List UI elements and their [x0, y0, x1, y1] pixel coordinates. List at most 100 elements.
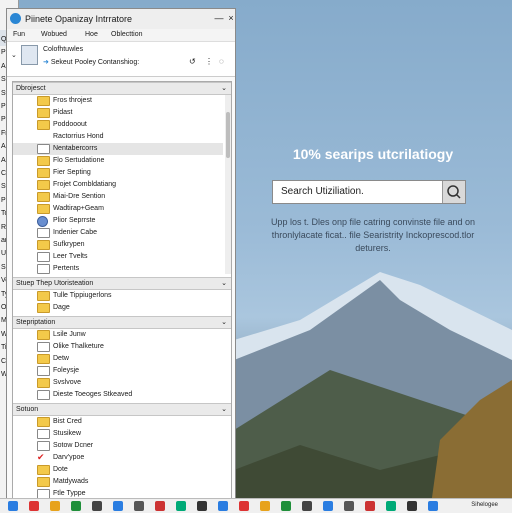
section-header[interactable]: Dbrojesct ⌄ — [13, 82, 231, 95]
document-icon — [37, 441, 50, 451]
hero-title: 10% searips utcrilatiogy — [292, 146, 454, 162]
checkmark-icon: ✔ — [37, 452, 45, 462]
list-item[interactable]: Miai-Dre Sention — [13, 191, 223, 203]
folder-icon — [37, 204, 50, 214]
folder-icon — [37, 291, 50, 301]
chevron-down-icon[interactable]: ⌄ — [221, 405, 227, 413]
taskbar-app-icon[interactable] — [197, 501, 207, 511]
taskbar-app-icon[interactable] — [134, 501, 144, 511]
list-item[interactable]: Wadtirap+Geam — [13, 203, 223, 215]
list-item[interactable]: Bist Cred — [13, 416, 223, 428]
folder-icon — [37, 240, 50, 250]
list-item[interactable]: Stusikew — [13, 428, 223, 440]
taskbar-app-icon[interactable] — [260, 501, 270, 511]
more-icon[interactable]: ⋮ — [205, 57, 213, 66]
taskbar-app-icon[interactable] — [176, 501, 186, 511]
menu-item-edit[interactable]: Wobued — [41, 31, 67, 38]
search-button[interactable] — [442, 181, 465, 203]
taskbar-app-icon[interactable] — [113, 501, 123, 511]
list-item-label: Frojet Combldatiang — [53, 181, 117, 188]
taskbar-app-icon[interactable] — [239, 501, 249, 511]
menu-item-options[interactable]: Oblecttion — [111, 31, 143, 38]
document-icon — [37, 429, 50, 439]
section-header[interactable]: Sotuon ⌄ — [13, 403, 231, 416]
chevron-down-icon[interactable]: ⌄ — [11, 51, 17, 59]
scrollbar-thumb[interactable] — [226, 112, 230, 158]
list-item[interactable]: Pidast — [13, 107, 223, 119]
taskbar-app-icon[interactable] — [323, 501, 333, 511]
list-item[interactable]: Ractorrius Hond — [13, 131, 223, 143]
search-input[interactable]: Search Utiziliation. — [281, 186, 364, 197]
pin-icon[interactable]: ◌ — [219, 57, 224, 66]
list-item[interactable]: Poddooout — [13, 119, 223, 131]
folder-icon — [37, 303, 50, 313]
section-label: Stepriptation — [16, 319, 56, 326]
folder-icon — [37, 168, 50, 178]
folder-icon — [37, 354, 50, 364]
list-item-label: Detw — [53, 355, 69, 362]
taskbar-app-icon[interactable] — [8, 501, 18, 511]
taskbar-app-icon[interactable] — [344, 501, 354, 511]
refresh-icon[interactable]: ↺ — [189, 57, 196, 66]
folder-icon — [37, 417, 50, 427]
list-item[interactable]: Leer Tvelts — [13, 251, 223, 263]
list-item[interactable]: Sufkrypen — [13, 239, 223, 251]
taskbar-app-icon[interactable] — [428, 501, 438, 511]
search-icon — [447, 185, 461, 199]
minimize-button[interactable]: — — [213, 11, 225, 25]
list-item[interactable]: Detw — [13, 353, 223, 365]
taskbar-app-icon[interactable] — [302, 501, 312, 511]
taskbar-app-icon[interactable] — [365, 501, 375, 511]
list-item[interactable]: ✔ Darv'ypoe — [13, 452, 223, 464]
list-item[interactable]: Nentabercorrs — [13, 143, 223, 155]
taskbar-app-icon[interactable] — [407, 501, 417, 511]
list-item[interactable]: Fier Septing — [13, 167, 223, 179]
taskbar-app-icon[interactable] — [50, 501, 60, 511]
document-icon — [37, 342, 50, 352]
list-item[interactable]: Tulle Tippiugerlons — [13, 290, 223, 302]
taskbar-app-icon[interactable] — [281, 501, 291, 511]
section-header[interactable]: Stuep Thep Utoristeation ⌄ — [13, 277, 231, 290]
taskbar-app-icon[interactable] — [386, 501, 396, 511]
list-item[interactable]: Matdywads — [13, 476, 223, 488]
taskbar-app-icon[interactable] — [29, 501, 39, 511]
list-item[interactable]: Fros throjest — [13, 95, 223, 107]
close-button[interactable]: × — [225, 11, 235, 25]
taskbar-app-icon[interactable] — [218, 501, 228, 511]
chevron-down-icon[interactable]: ⌄ — [221, 279, 227, 287]
list-item[interactable]: Svslvove — [13, 377, 223, 389]
list-item[interactable]: Sotow Dcner — [13, 440, 223, 452]
chevron-down-icon[interactable]: ⌄ — [221, 84, 227, 92]
list-item[interactable]: Indenier Cabe — [13, 227, 223, 239]
list-item-label: Wadtirap+Geam — [53, 205, 104, 212]
list-item[interactable]: Frojet Combldatiang — [13, 179, 223, 191]
list-item[interactable]: Plior Seprrste — [13, 215, 223, 227]
file-icon — [21, 45, 38, 65]
list-item[interactable]: Dage — [13, 302, 223, 314]
section-header[interactable]: Stepriptation ⌄ — [13, 316, 231, 329]
list-item[interactable]: Dieste Toeoges Stkeaved — [13, 389, 223, 401]
taskbar-app-icon[interactable] — [71, 501, 81, 511]
list-item[interactable]: Foleysje — [13, 365, 223, 377]
menu-bar: Fun Wobued Hoe Oblecttion — [7, 29, 235, 42]
app-logo-icon — [10, 13, 21, 24]
title-bar: Piinete Opanizay Intrratore — × — [7, 9, 235, 29]
toolbar-selection[interactable]: ➜ Sekeut Pooley Contanshiog: — [43, 58, 139, 66]
chevron-down-icon[interactable]: ⌄ — [221, 318, 227, 326]
taskbar-app-icon[interactable] — [155, 501, 165, 511]
menu-item-view[interactable]: Hoe — [85, 31, 98, 38]
list-item[interactable]: Dote — [13, 464, 223, 476]
list-item-label: Tulle Tippiugerlons — [53, 292, 112, 299]
list-item[interactable]: Pertents — [13, 263, 223, 275]
folder-icon — [37, 378, 50, 388]
search-box[interactable]: Search Utiziliation. — [272, 180, 466, 204]
list-item[interactable]: Flo Sertudatione — [13, 155, 223, 167]
taskbar-app-icon[interactable] — [92, 501, 102, 511]
list-item-label: Dieste Toeoges Stkeaved — [53, 391, 133, 398]
menu-item-file[interactable]: Fun — [13, 31, 25, 38]
list-item[interactable]: Olike Thalketure — [13, 341, 223, 353]
list-item[interactable]: Lsile Junw — [13, 329, 223, 341]
navigation-panel: Dbrojesct ⌄ Fros throjest Pidast Poddooout Ra… — [12, 81, 232, 501]
folder-icon — [37, 330, 50, 340]
scrollbar[interactable] — [225, 94, 231, 274]
